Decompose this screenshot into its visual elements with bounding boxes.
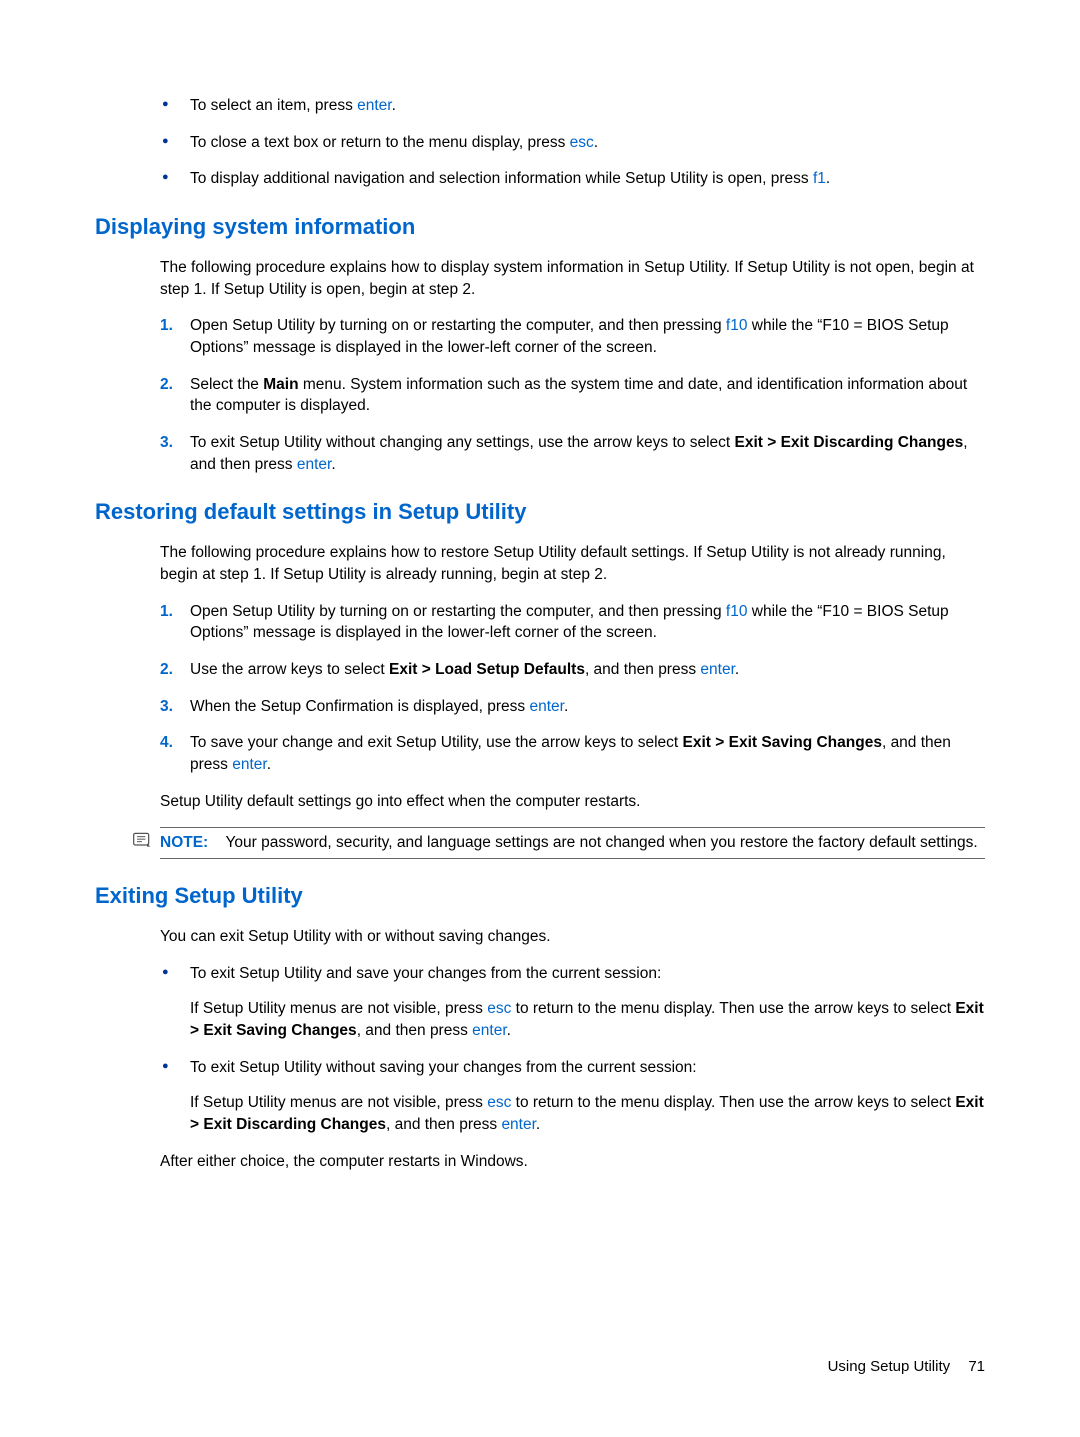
text: to return to the menu display. Then use … [511,1094,955,1111]
text: menu. System information such as the sys… [190,376,967,415]
step-1: Open Setup Utility by turning on or rest… [160,601,985,644]
section-intro: The following procedure explains how to … [160,257,985,300]
text: . [594,134,598,151]
text: If Setup Utility menus are not visible, … [190,1000,487,1017]
text: To exit Setup Utility without saving you… [190,1059,697,1076]
text: . [267,756,271,773]
key-enter: enter [472,1022,506,1039]
exit-options-list: To exit Setup Utility and save your chan… [160,963,985,1136]
key-enter: enter [501,1116,535,1133]
text: To exit Setup Utility without changing a… [190,434,735,451]
list-item: To close a text box or return to the men… [160,132,985,154]
text: To exit Setup Utility and save your chan… [190,965,661,982]
key-enter: enter [700,661,734,678]
text: to return to the menu display. Then use … [511,1000,955,1017]
step-2: Select the Main menu. System information… [160,374,985,417]
text: . [564,698,568,715]
text: When the Setup Confirmation is displayed… [190,698,529,715]
section-intro: You can exit Setup Utility with or witho… [160,926,985,948]
key-esc: esc [487,1094,511,1111]
text: Open Setup Utility by turning on or rest… [190,317,726,334]
key-f10: f10 [726,317,748,334]
key-esc: esc [487,1000,511,1017]
text: . [507,1022,511,1039]
text: , and then press [357,1022,472,1039]
text: To display additional navigation and sel… [190,170,813,187]
step-1: Open Setup Utility by turning on or rest… [160,315,985,358]
text: Open Setup Utility by turning on or rest… [190,603,726,620]
heading-exiting-setup: Exiting Setup Utility [95,881,985,912]
heading-displaying-system-info: Displaying system information [95,212,985,243]
note-callout: NOTE: Your password, security, and langu… [160,827,985,859]
page-number: 71 [968,1358,985,1375]
list-item: To select an item, press enter. [160,95,985,117]
note-icon [132,831,152,849]
steps-list: Open Setup Utility by turning on or rest… [160,315,985,475]
page-footer: Using Setup Utility 71 [828,1356,985,1377]
menu-exit-discarding: Exit > Exit Discarding Changes [735,434,964,451]
sub-paragraph: If Setup Utility menus are not visible, … [190,1092,985,1135]
key-enter: enter [297,456,331,473]
key-enter: enter [357,97,391,114]
note-text [213,834,226,851]
key-enter: enter [232,756,266,773]
text: To select an item, press [190,97,357,114]
heading-restoring-defaults: Restoring default settings in Setup Util… [95,497,985,528]
paragraph: After either choice, the computer restar… [160,1151,985,1173]
step-2: Use the arrow keys to select Exit > Load… [160,659,985,681]
step-3: To exit Setup Utility without changing a… [160,432,985,475]
list-item: To display additional navigation and sel… [160,168,985,190]
text: . [826,170,830,187]
page-content: To select an item, press enter. To close… [160,95,985,1172]
step-4: To save your change and exit Setup Utili… [160,732,985,775]
section-intro: The following procedure explains how to … [160,542,985,585]
key-f10: f10 [726,603,748,620]
sub-paragraph: If Setup Utility menus are not visible, … [190,998,985,1041]
footer-text: Using Setup Utility [828,1358,951,1375]
menu-load-defaults: Exit > Load Setup Defaults [389,661,585,678]
text: If Setup Utility menus are not visible, … [190,1094,487,1111]
menu-exit-saving: Exit > Exit Saving Changes [683,734,882,751]
text: Use the arrow keys to select [190,661,389,678]
step-3: When the Setup Confirmation is displayed… [160,696,985,718]
navigation-tips-list: To select an item, press enter. To close… [160,95,985,190]
menu-main: Main [263,376,298,393]
key-f1: f1 [813,170,826,187]
text: , and then press [386,1116,501,1133]
text: . [536,1116,540,1133]
text: . [735,661,739,678]
paragraph: Setup Utility default settings go into e… [160,791,985,813]
text: , and then press [585,661,700,678]
key-esc: esc [570,134,594,151]
key-enter: enter [529,698,563,715]
text: To close a text box or return to the men… [190,134,570,151]
text: . [331,456,335,473]
text: Select the [190,376,263,393]
list-item: To exit Setup Utility and save your chan… [160,963,985,1042]
steps-list: Open Setup Utility by turning on or rest… [160,601,985,776]
note-label: NOTE: [160,834,208,851]
text: To save your change and exit Setup Utili… [190,734,683,751]
note-text: Your password, security, and language se… [225,834,977,851]
list-item: To exit Setup Utility without saving you… [160,1057,985,1136]
text: . [392,97,396,114]
